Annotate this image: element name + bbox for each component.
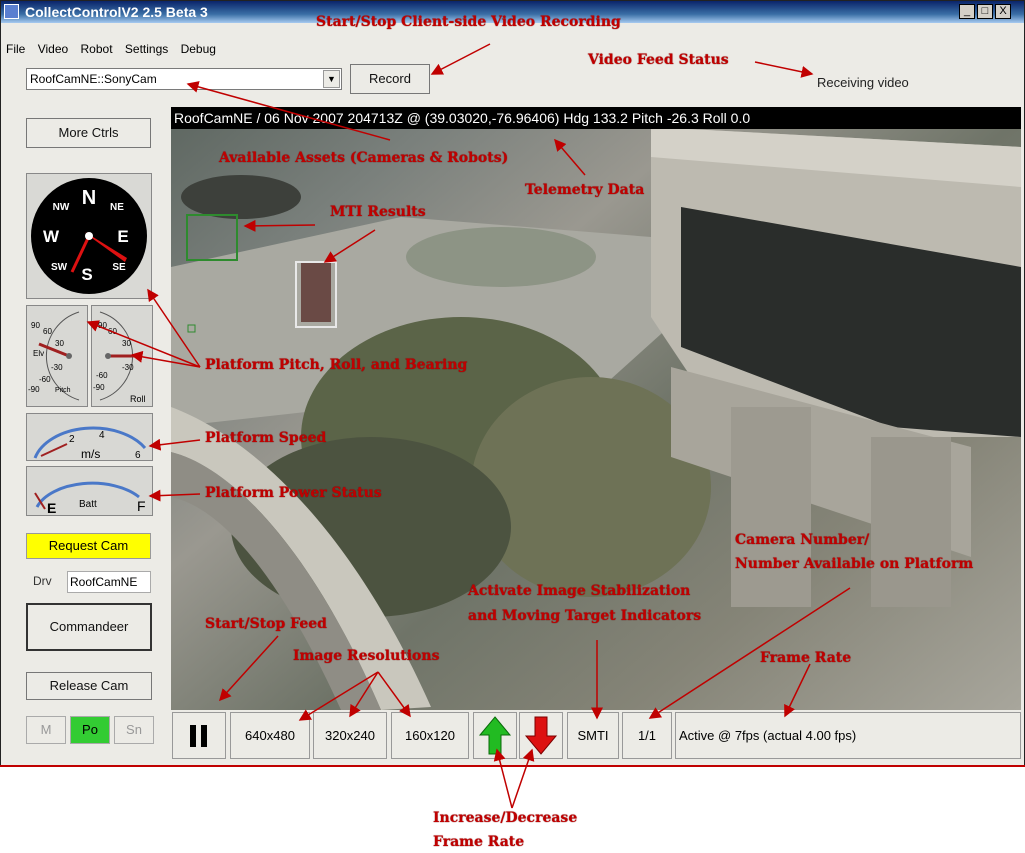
annotation-inc-dec-2: Frame Rate (433, 834, 525, 850)
annotation-assets: Available Assets (Cameras & Robots) (219, 150, 509, 166)
annotation-mti: MTI Results (330, 204, 426, 220)
annotation-telemetry: Telemetry Data (525, 182, 645, 198)
annotation-resolutions: Image Resolutions (293, 648, 440, 664)
annotation-frame-rate: Frame Rate (760, 650, 852, 666)
annotation-pitch-roll: Platform Pitch, Roll, and Bearing (205, 357, 468, 373)
annotation-recording: Start/Stop Client-side Video Recording (316, 14, 621, 30)
annotation-camera-number-1: Camera Number/ (735, 532, 870, 548)
annotation-stabilization-1: Activate Image Stabilization (468, 583, 691, 599)
annotation-power: Platform Power Status (205, 485, 382, 501)
annotation-speed: Platform Speed (205, 430, 327, 446)
annotation-stabilization-2: and Moving Target Indicators (468, 608, 702, 624)
annotation-camera-number-2: Number Available on Platform (735, 556, 974, 572)
annotation-arrows (86, 43, 851, 809)
annotation-start-stop: Start/Stop Feed (205, 616, 327, 632)
annotation-inc-dec-1: Increase/Decrease (433, 810, 578, 826)
annotation-feed-status: Video Feed Status (588, 52, 729, 68)
